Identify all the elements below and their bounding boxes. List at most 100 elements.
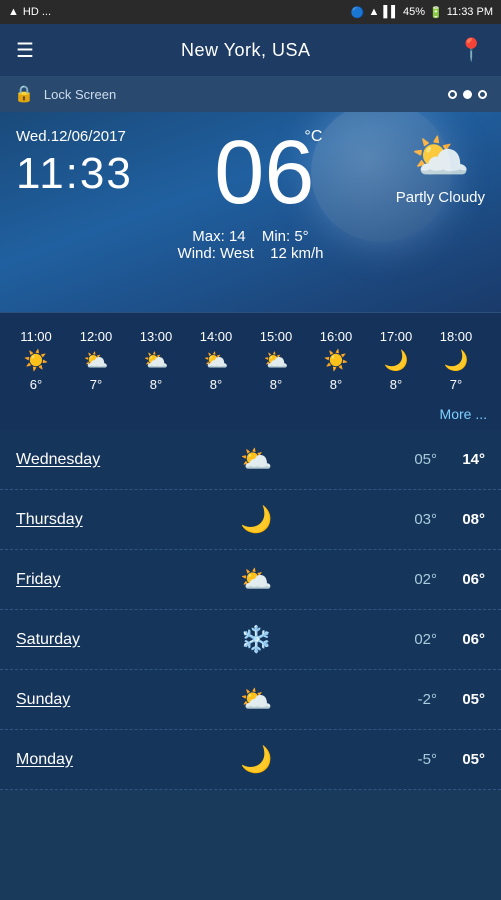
lock-screen-bar: 🔒 Lock Screen <box>0 76 501 112</box>
status-left: ▲ HD ... <box>8 6 51 18</box>
day-name[interactable]: Sunday <box>16 691 136 709</box>
hour-item: 12:00 ⛅ 7° <box>68 327 124 394</box>
hour-temp: 7° <box>90 377 102 392</box>
daily-row: Wednesday ⛅ 05° 14° <box>0 430 501 490</box>
day-max: 06° <box>437 571 485 588</box>
day-max: 06° <box>437 631 485 648</box>
day-icon: ⛅ <box>136 564 377 595</box>
day-name[interactable]: Friday <box>16 571 136 589</box>
day-name[interactable]: Saturday <box>16 631 136 649</box>
dot-3[interactable] <box>478 90 487 99</box>
battery-label: 45% <box>403 6 425 18</box>
hd-label: HD ... <box>23 6 51 18</box>
hour-item: 11:00 ☀️ 6° <box>8 327 64 394</box>
temperature-section: °C 06 <box>214 128 314 218</box>
daily-row: Friday ⛅ 02° 06° <box>0 550 501 610</box>
hour-time: 15:00 <box>260 329 293 344</box>
signal-bars: ▌▌ <box>383 6 399 18</box>
daily-row: Thursday 🌙 03° 08° <box>0 490 501 550</box>
min-temp: Min: 5° <box>262 228 309 245</box>
daily-section: Wednesday ⛅ 05° 14° Thursday 🌙 03° 08° F… <box>0 430 501 790</box>
day-icon: ❄️ <box>136 624 377 655</box>
hour-time: 13:00 <box>140 329 173 344</box>
hour-temp: 8° <box>210 377 222 392</box>
status-right: 🔵 ▲ ▌▌ 45% 🔋 11:33 PM <box>351 6 493 19</box>
hour-time: 17:00 <box>380 329 413 344</box>
daily-row: Monday 🌙 -5° 05° <box>0 730 501 790</box>
day-min: 05° <box>377 451 437 468</box>
dot-1[interactable] <box>448 90 457 99</box>
lock-icon: 🔒 <box>14 84 34 104</box>
wifi-icon: ▲ <box>369 6 380 18</box>
day-name[interactable]: Monday <box>16 751 136 769</box>
hour-icon: 🌙 <box>384 348 409 373</box>
hour-temp: 8° <box>150 377 162 392</box>
time-label: 11:33 PM <box>447 6 493 18</box>
hour-temp: 6° <box>30 377 42 392</box>
daily-row: Sunday ⛅ -2° 05° <box>0 670 501 730</box>
hour-time: 12:00 <box>80 329 113 344</box>
day-name[interactable]: Thursday <box>16 511 136 529</box>
hour-icon: ☀️ <box>24 348 49 373</box>
day-icon: 🌙 <box>136 504 377 535</box>
hour-temp: 7° <box>450 377 462 392</box>
battery-icon: 🔋 <box>429 6 443 19</box>
hourly-scroll[interactable]: 11:00 ☀️ 6° 12:00 ⛅ 7° 13:00 ⛅ 8° 14:00 … <box>0 323 501 402</box>
hour-icon: 🌙 <box>444 348 469 373</box>
hour-temp: 8° <box>390 377 402 392</box>
hour-icon: ⛅ <box>264 348 289 373</box>
signal-icon: ▲ <box>8 6 19 18</box>
hourly-section: 11:00 ☀️ 6° 12:00 ⛅ 7° 13:00 ⛅ 8° 14:00 … <box>0 312 501 430</box>
hour-time: 16:00 <box>320 329 353 344</box>
day-max: 05° <box>437 751 485 768</box>
day-max: 14° <box>437 451 485 468</box>
temp-value: 06 <box>214 128 314 218</box>
location-button[interactable]: 📍 <box>458 37 485 63</box>
hour-icon: ⛅ <box>204 348 229 373</box>
day-min: 02° <box>377 631 437 648</box>
day-icon: ⛅ <box>136 444 377 475</box>
app-header: ☰ New York, USA 📍 <box>0 24 501 76</box>
day-icon: ⛅ <box>136 684 377 715</box>
dot-2[interactable] <box>463 90 472 99</box>
day-min: 02° <box>377 571 437 588</box>
day-name[interactable]: Wednesday <box>16 451 136 469</box>
hour-item: 15:00 ⛅ 8° <box>248 327 304 394</box>
hour-item: 14:00 ⛅ 8° <box>188 327 244 394</box>
hour-icon: ☀️ <box>324 348 349 373</box>
hour-item: 16:00 ☀️ 8° <box>308 327 364 394</box>
wind-label: Wind: West <box>178 245 254 262</box>
hour-time: 11:00 <box>20 329 52 344</box>
date-time-section: Wed.12/06/2017 11:33 <box>16 128 133 199</box>
max-temp: Max: 14 <box>192 228 245 245</box>
day-min: 03° <box>377 511 437 528</box>
hour-time: 18:00 <box>440 329 473 344</box>
temp-unit: °C <box>304 128 322 146</box>
wind-speed: 12 km/h <box>270 245 323 262</box>
bluetooth-icon: 🔵 <box>351 6 365 19</box>
page-dots <box>448 90 487 99</box>
status-bar: ▲ HD ... 🔵 ▲ ▌▌ 45% 🔋 11:33 PM <box>0 0 501 24</box>
day-min: -5° <box>377 751 437 768</box>
current-time: 11:33 <box>16 149 133 199</box>
daily-row: Saturday ❄️ 02° 06° <box>0 610 501 670</box>
day-max: 05° <box>437 691 485 708</box>
hour-icon: ⛅ <box>144 348 169 373</box>
hour-item: 18:00 🌙 7° <box>428 327 484 394</box>
hour-item: 17:00 🌙 8° <box>368 327 424 394</box>
hour-time: 14:00 <box>200 329 233 344</box>
menu-button[interactable]: ☰ <box>16 38 34 63</box>
day-max: 08° <box>437 511 485 528</box>
weather-main-card: Wed.12/06/2017 11:33 °C 06 ⛅ Partly Clou… <box>0 112 501 312</box>
hour-temp: 8° <box>270 377 282 392</box>
date-label: Wed.12/06/2017 <box>16 128 133 145</box>
hour-item: 13:00 ⛅ 8° <box>128 327 184 394</box>
hour-temp: 8° <box>330 377 342 392</box>
more-link[interactable]: More ... <box>0 402 501 430</box>
lock-label: Lock Screen <box>44 87 116 102</box>
city-title: New York, USA <box>181 40 311 61</box>
day-icon: 🌙 <box>136 744 377 775</box>
hour-icon: ⛅ <box>84 348 109 373</box>
moon-background <box>311 112 451 242</box>
day-min: -2° <box>377 691 437 708</box>
